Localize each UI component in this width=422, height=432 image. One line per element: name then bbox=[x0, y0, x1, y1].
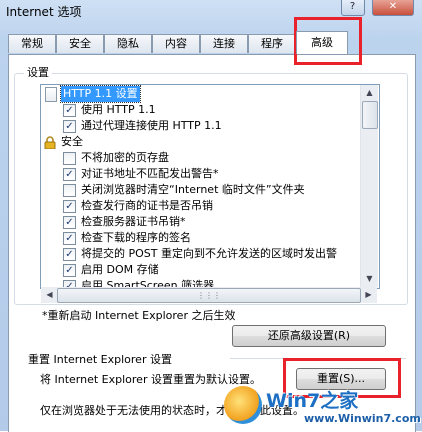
checkbox[interactable] bbox=[63, 184, 76, 197]
tab-privacy[interactable]: 隐私 bbox=[104, 34, 152, 53]
window-title: Internet 选项 bbox=[6, 5, 82, 19]
list-item-label: 检查发行商的证书是否吊销 bbox=[81, 199, 213, 212]
list-item-label: 不将加密的页存盘 bbox=[81, 151, 169, 164]
close-button[interactable]: ✕ bbox=[372, 0, 414, 16]
tab-content[interactable]: 内容 bbox=[152, 34, 200, 53]
checkbox[interactable]: ✓ bbox=[63, 200, 76, 213]
scroll-down-icon[interactable]: ▼ bbox=[361, 271, 378, 287]
vertical-scroll-thumb[interactable] bbox=[362, 101, 378, 129]
checkbox[interactable] bbox=[63, 152, 76, 165]
checkbox[interactable]: ✓ bbox=[63, 248, 76, 261]
tab-general[interactable]: 常规 bbox=[8, 34, 56, 53]
tab-connections[interactable]: 连接 bbox=[200, 34, 248, 53]
checkbox[interactable]: ✓ bbox=[63, 264, 76, 277]
checkbox[interactable]: ✓ bbox=[63, 232, 76, 245]
list-item-label: 检查下载的程序的签名 bbox=[81, 231, 191, 244]
list-item-label: 检查服务器证书吊销* bbox=[81, 215, 186, 228]
reset-section-title: 重置 Internet Explorer 设置 bbox=[28, 353, 172, 366]
settings-group-label: 设置 bbox=[24, 64, 52, 80]
watermark-title: Win7之家 bbox=[266, 390, 359, 412]
list-item-label: 对证书地址不匹配发出警告* bbox=[81, 167, 219, 180]
internet-options-window: Internet 选项 ? ✕ 常规 安全 隐私 内容 连接 程序 高级 设置 … bbox=[0, 0, 422, 432]
horizontal-scrollbar[interactable]: ◀ ⋮⋮⋮ ▶ bbox=[41, 287, 377, 303]
scroll-right-icon[interactable]: ▶ bbox=[360, 287, 377, 303]
vertical-scrollbar[interactable]: ▲ ▼ bbox=[360, 85, 378, 287]
list-item-label: 通过代理连接使用 HTTP 1.1 bbox=[81, 119, 222, 132]
list-item-label: 启用 DOM 存储 bbox=[81, 263, 159, 276]
checkbox[interactable]: ✓ bbox=[63, 120, 76, 133]
help-button[interactable]: ? bbox=[340, 0, 365, 16]
checkbox[interactable]: ✓ bbox=[63, 168, 76, 181]
windows-logo-icon bbox=[224, 386, 262, 424]
list-item-label: 将提交的 POST 重定向到不允许发送的区域时发出警 bbox=[81, 247, 337, 260]
horizontal-scroll-thumb[interactable]: ⋮⋮⋮ bbox=[57, 288, 361, 303]
checkbox[interactable]: ✓ bbox=[63, 216, 76, 229]
restore-advanced-settings-button[interactable]: 还原高级设置(R) bbox=[232, 325, 386, 347]
list-item-label: HTTP 1.1 设置 bbox=[60, 85, 141, 103]
page-icon bbox=[45, 87, 57, 102]
checkbox[interactable]: ✓ bbox=[63, 104, 76, 117]
watermark-url: www.Winwin7.com bbox=[304, 412, 421, 425]
restart-note: *重新启动 Internet Explorer 之后生效 bbox=[42, 309, 236, 322]
lock-icon bbox=[44, 136, 56, 149]
list-item-label: 关闭浏览器时清空“Internet 临时文件”文件夹 bbox=[81, 183, 305, 196]
list-item-label: 安全 bbox=[61, 135, 83, 148]
scroll-up-icon[interactable]: ▲ bbox=[361, 85, 378, 101]
tab-advanced[interactable]: 高级 bbox=[296, 31, 348, 54]
watermark: Win7之家 www.Winwin7.com bbox=[222, 384, 422, 431]
list-item-label: 使用 HTTP 1.1 bbox=[81, 103, 156, 116]
scroll-left-icon[interactable]: ◀ bbox=[41, 287, 58, 303]
settings-list[interactable]: HTTP 1.1 设置 ✓ 使用 HTTP 1.1 ✓ 通过代理连接使用 HTT… bbox=[40, 84, 380, 289]
tab-security[interactable]: 安全 bbox=[56, 34, 104, 53]
tab-programs[interactable]: 程序 bbox=[248, 34, 296, 53]
